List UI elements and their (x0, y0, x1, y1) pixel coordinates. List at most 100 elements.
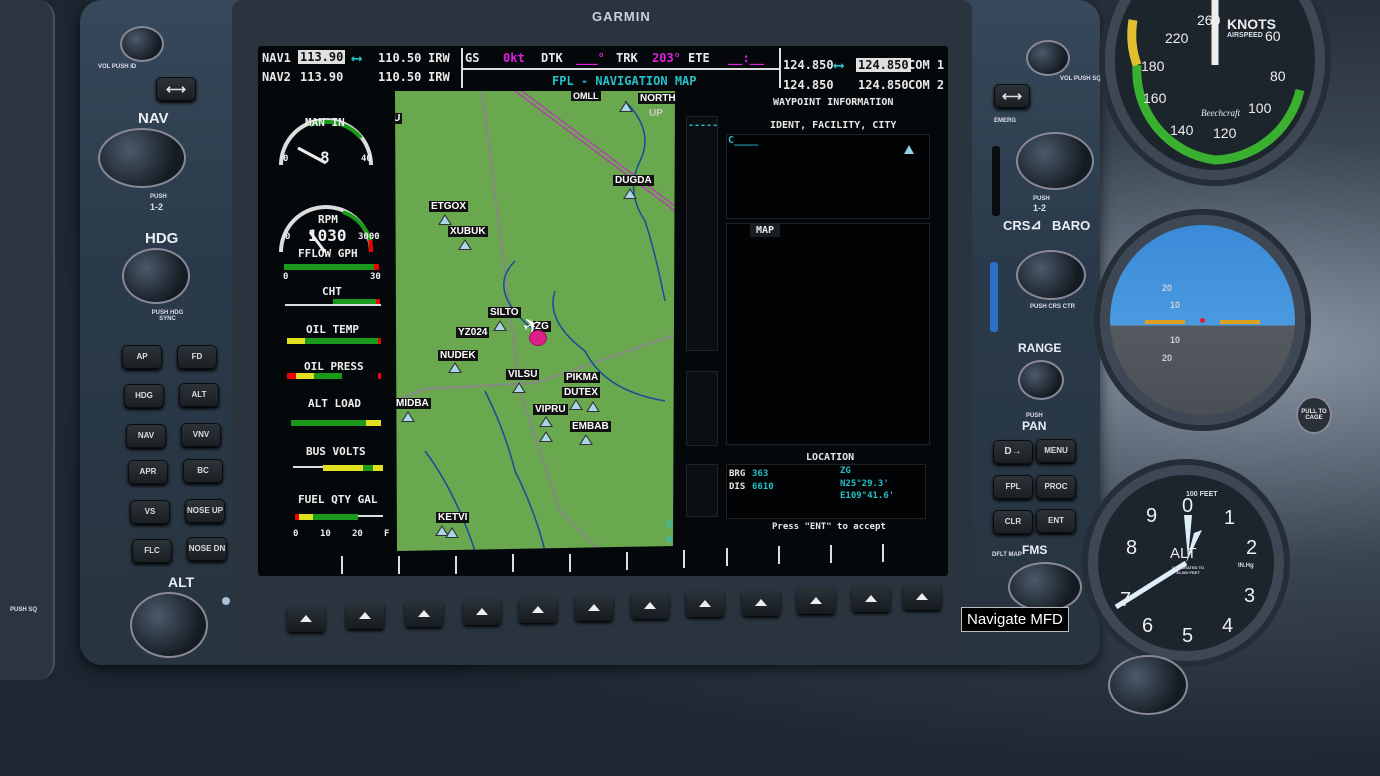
latitude: N25°29.3' (840, 479, 889, 489)
fpl-button[interactable]: FPL (993, 475, 1033, 499)
waypoint-marker[interactable] (448, 362, 462, 373)
nav1-standby-frequency[interactable]: 110.50 (378, 51, 421, 65)
waypoint-embab: EMBAB (570, 421, 611, 432)
waypoint-dutex: DUTEX (562, 387, 600, 398)
vol-label: VOL PUSH ID (98, 64, 137, 70)
altimeter-setting-knob[interactable] (1108, 655, 1188, 715)
crs-baro-knob[interactable] (1016, 250, 1086, 300)
vnv-button[interactable]: VNV (181, 423, 221, 447)
nav-swap-button[interactable]: ⟷ (156, 77, 196, 101)
softkey-1[interactable] (287, 606, 325, 632)
rpm-label: RPM (318, 213, 338, 226)
yellow-arc (1127, 19, 1142, 67)
com-frequency-knob[interactable] (1016, 132, 1094, 190)
nose-dn-button[interactable]: NOSE DN (187, 537, 227, 561)
ap-hdg-button[interactable]: HDG (124, 384, 164, 408)
brg-value: 363 (752, 469, 769, 479)
altitude-knob[interactable] (130, 592, 208, 658)
com2-standby-frequency[interactable]: 124.850 (858, 78, 909, 92)
com-volume-knob[interactable] (1026, 40, 1070, 76)
waypoint-info-title: WAYPOINT INFORMATION (773, 97, 894, 108)
waypoint-marker[interactable] (586, 401, 600, 412)
pull-to-cage-knob[interactable]: PULL TO CAGE (1296, 396, 1332, 434)
nav2-standby-frequency[interactable]: 110.50 (378, 70, 421, 84)
waypoint-marker[interactable] (579, 434, 593, 445)
ent-button[interactable]: ENT (1036, 509, 1076, 533)
nav1-active-frequency[interactable]: 113.90 (298, 50, 346, 64)
com1-active-frequency[interactable]: 124.850 (783, 58, 834, 72)
softkey-4[interactable] (463, 599, 501, 625)
softkey-12[interactable] (903, 584, 941, 610)
vol-sq-label: VOL PUSH SQ (1060, 76, 1101, 82)
backlight-slider[interactable] (990, 262, 998, 332)
direct-to-button[interactable]: D→ (993, 440, 1033, 464)
ident-entry[interactable]: C____ (728, 135, 758, 146)
waypoint-marker[interactable] (493, 320, 507, 331)
pan-label: PAN (1022, 419, 1047, 433)
enter-prompt: Press "ENT" to accept (772, 522, 886, 532)
heading-knob[interactable] (122, 248, 190, 304)
fd-button[interactable]: FD (177, 345, 217, 369)
waypoint-marker[interactable] (445, 527, 459, 538)
waypoint-pikma: PIKMA (564, 372, 601, 383)
nav-frequency-knob[interactable] (98, 128, 186, 188)
trk-value: 203° (652, 51, 681, 65)
waypoint-marker[interactable] (619, 101, 633, 112)
map-box-label: MAP (750, 224, 781, 237)
map-range-label: 5 (666, 520, 673, 531)
waypoint-ketvi: KETVI (436, 512, 470, 523)
crs-baro-icon: ⊿ (1030, 216, 1042, 232)
com-swap-button[interactable]: ⟷ (994, 84, 1030, 108)
waypoint-marker[interactable] (569, 399, 583, 410)
waypoint-marker[interactable] (539, 416, 553, 427)
flc-button[interactable]: FLC (132, 539, 172, 563)
nav1-ident: IRW (428, 51, 450, 65)
softkey-9[interactable] (742, 590, 780, 616)
proc-button[interactable]: PROC (1036, 475, 1076, 499)
vs-button[interactable]: VS (130, 500, 170, 524)
apr-button[interactable]: APR (128, 460, 168, 484)
ident-facility-box[interactable] (726, 134, 930, 219)
navigation-map[interactable]: OMLL NORTH UP TU ETGOX XUBUK DUGDA SILTO… (395, 91, 675, 551)
waypoint-marker[interactable] (458, 239, 472, 250)
ident-facility-city-header: IDENT, FACILITY, CITY (770, 120, 897, 131)
bc-button[interactable]: BC (183, 459, 223, 483)
softkey-5[interactable] (519, 597, 557, 623)
com1-standby-frequency[interactable]: 124.850 (856, 58, 911, 72)
nav2-active-frequency[interactable]: 113.90 (300, 70, 343, 84)
divider (779, 48, 781, 88)
com2-label: COM 2 (908, 78, 945, 92)
softkey-3[interactable] (405, 601, 443, 627)
menu-button[interactable]: MENU (1036, 439, 1076, 463)
waypoint-marker[interactable] (623, 188, 637, 199)
softkey-11[interactable] (852, 586, 890, 612)
softkey-6[interactable] (575, 595, 613, 621)
ap-alt-button[interactable]: ALT (179, 383, 219, 407)
softkey-8[interactable] (686, 591, 724, 617)
waypoint-marker[interactable] (539, 431, 553, 442)
range-joystick[interactable] (1018, 360, 1064, 400)
com2-active-frequency[interactable]: 124.850 (783, 78, 834, 92)
crs-label: CRS (1003, 218, 1031, 233)
waypoint-label: OMLL (571, 91, 601, 101)
oil-temp-label: OIL TEMP (306, 323, 359, 336)
waypoint-marker[interactable] (401, 411, 415, 422)
altimeter: ALT CALIBRATED TO 20,000 FEET 100 FEET I… (1088, 465, 1284, 661)
scroll-slider[interactable] (992, 146, 1000, 216)
softkey-7[interactable] (631, 593, 669, 619)
ap-nav-button[interactable]: NAV (126, 424, 166, 448)
softkey-10[interactable] (797, 588, 835, 614)
nose-up-button[interactable]: NOSE UP (185, 499, 225, 523)
ap-button[interactable]: AP (122, 345, 162, 369)
waypoint-marker[interactable] (438, 214, 452, 225)
softkey-2[interactable] (346, 603, 384, 629)
dtk-label: DTK (541, 51, 563, 65)
waypoint-marker[interactable] (512, 382, 526, 393)
nav-volume-knob[interactable] (120, 26, 164, 62)
fuel-qty-bar (313, 514, 358, 520)
clr-button[interactable]: CLR (993, 510, 1033, 534)
fms-knob[interactable] (1008, 562, 1082, 612)
com-swap-arrow-icon: ⟷ (834, 56, 844, 74)
waypoint-silto: SILTO (488, 307, 521, 318)
beechcraft-logo: Beechcraft (1201, 108, 1240, 118)
